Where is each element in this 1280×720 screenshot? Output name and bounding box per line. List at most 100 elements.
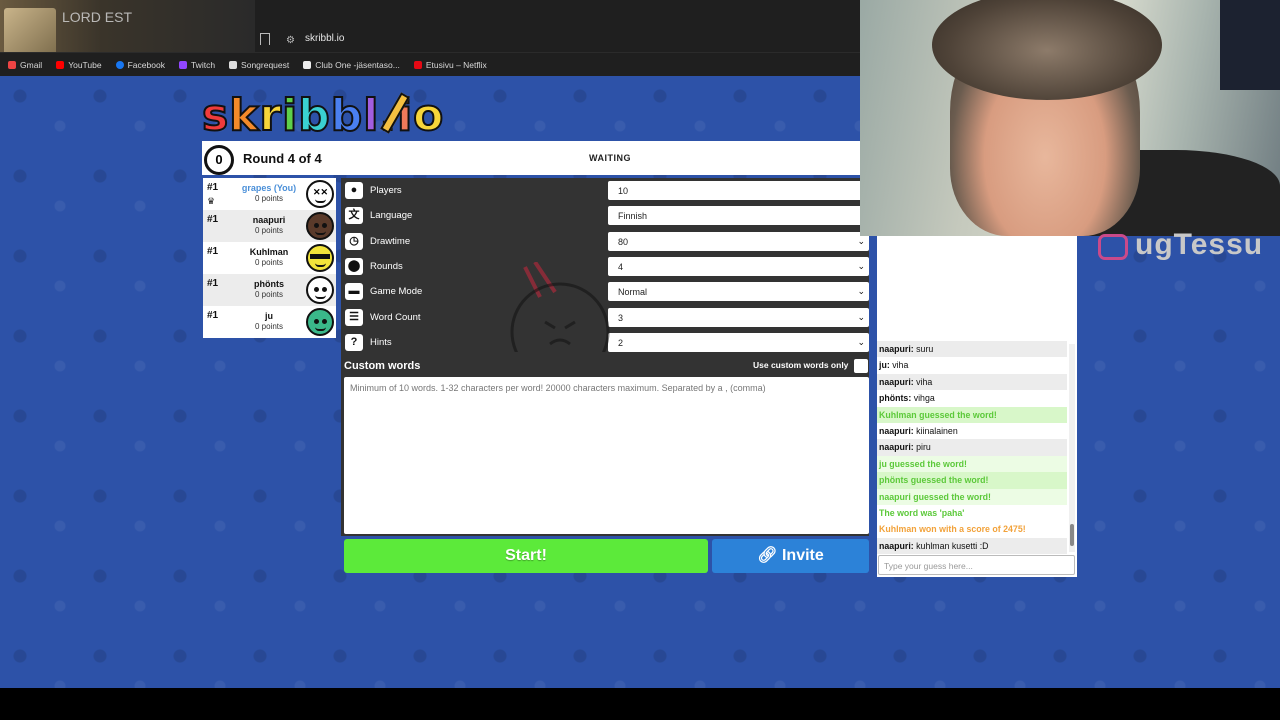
setting-label: Rounds — [370, 261, 403, 272]
hints-select[interactable]: 2 ⌄ — [608, 333, 869, 352]
invite-label: Invite — [781, 547, 824, 564]
songrequest-icon — [229, 60, 238, 69]
chat-text: viha — [889, 360, 909, 371]
player-points: 0 points — [254, 258, 284, 267]
player-name: phönts — [254, 279, 284, 289]
setting-label: Hints — [370, 337, 392, 348]
clubone-icon — [303, 60, 312, 69]
custom-words-label: Custom words — [344, 360, 421, 372]
bookmark-clubone[interactable]: Club One -jäsentaso... — [303, 60, 400, 70]
gmail-icon — [8, 60, 16, 69]
bookmark-label: YouTube — [68, 59, 102, 70]
bookmark-label: Club One -jäsentaso... — [315, 59, 400, 70]
chat-username: naapuri: — [879, 344, 914, 354]
gamemode-icon: ▬ — [345, 283, 363, 300]
player-points: 0 points — [254, 194, 284, 203]
setting-label: Word Count — [370, 312, 421, 323]
chat-text: viha — [913, 376, 933, 387]
round-bar: 0 Round 4 of 4 WAITING — [202, 141, 860, 175]
site-info-icon[interactable]: ⚙ — [286, 35, 295, 46]
setting-drawtime: ◷ Drawtime 80 ⌄ — [341, 229, 869, 254]
chat-panel: naapuri: suru ju: viha naapuri: viha phönts… — [877, 236, 1077, 577]
twitch-icon — [178, 60, 187, 69]
chat-message: Kuhlman won with a score of 2475! — [877, 521, 1067, 537]
scroll-thumb[interactable] — [1070, 524, 1074, 546]
gamemode-select[interactable]: Normal ⌄ — [608, 282, 869, 301]
chat-text: suru — [913, 344, 934, 354]
language-icon: 文 — [345, 207, 363, 224]
player-rank: #1 — [207, 214, 219, 225]
player-rank: #1 — [207, 278, 219, 289]
use-custom-words-label: Use custom words only — [753, 360, 849, 370]
avatar — [306, 308, 334, 336]
chat-message: The word was 'paha' — [877, 505, 1067, 521]
avatar — [306, 212, 334, 240]
use-custom-words-checkbox[interactable] — [854, 359, 868, 373]
bookmark-twitch[interactable]: Twitch — [178, 60, 215, 70]
chat-text: The word was 'paha' — [879, 507, 965, 518]
browser-tab[interactable]: LORD EST — [0, 0, 255, 60]
facebook-icon — [115, 60, 124, 69]
clock-icon: ◷ — [345, 233, 363, 250]
language-select[interactable]: Finnish — [608, 206, 869, 225]
player-row[interactable]: #1 Kuhlman 0 points — [203, 242, 336, 274]
select-value: 80 — [618, 237, 629, 247]
chat-username: naapuri: — [879, 540, 914, 551]
select-value: 4 — [618, 262, 624, 272]
bookmark-label: Songrequest — [241, 59, 290, 70]
bookmark-facebook[interactable]: Facebook — [115, 59, 165, 70]
player-name: Kuhlman — [249, 247, 289, 257]
youtube-icon — [56, 60, 65, 69]
bookmark-gmail[interactable]: Gmail — [8, 60, 42, 70]
custom-words-textarea[interactable]: Minimum of 10 words. 1-32 characters per… — [344, 377, 869, 534]
invite-button[interactable]: 🔗︎ Invite — [712, 539, 869, 573]
url-text[interactable]: skribbl.io — [305, 33, 344, 44]
chat-username: ju: — [879, 360, 890, 371]
wordcount-select[interactable]: 3 ⌄ — [608, 308, 869, 327]
player-row[interactable]: #1 naapuri 0 points — [203, 210, 336, 242]
setting-label: Players — [370, 185, 402, 196]
guess-input[interactable]: Type your guess here... — [878, 555, 1075, 575]
bottom-letterbox — [0, 688, 1280, 720]
chat-message: ju: viha — [877, 357, 1067, 373]
players-select[interactable]: 10 — [608, 181, 869, 200]
select-value: 2 — [618, 338, 624, 348]
chat-text: ju guessed the word! — [879, 458, 967, 469]
netflix-icon — [413, 60, 422, 69]
bookmark-label: Facebook — [127, 59, 165, 70]
chat-scrollbar[interactable] — [1069, 344, 1075, 552]
chat-message: naapuri: kuhlman kusetti :D — [877, 537, 1067, 555]
select-value: Finnish — [618, 211, 648, 221]
chat-text: phönts guessed the word! — [879, 475, 989, 486]
start-button[interactable]: Start! — [344, 539, 708, 573]
chat-message: naapuri: kiinalainen — [877, 423, 1067, 439]
instagram-icon — [1098, 234, 1128, 260]
tab-title: LORD EST — [62, 9, 133, 25]
chat-message: naapuri: piru — [877, 439, 1067, 456]
chat-username: phönts: — [879, 393, 912, 404]
player-row[interactable]: #1 phönts 0 points — [203, 274, 336, 306]
address-bar[interactable]: ⚙ skribbl.io — [260, 31, 858, 49]
bookmark-star-icon[interactable] — [260, 33, 270, 45]
chat-text: Kuhlman won with a score of 2475! — [879, 524, 1026, 535]
chat-text: naapuri guessed the word! — [879, 491, 991, 502]
chat-text: Kuhlman guessed the word! — [879, 409, 997, 420]
player-row[interactable]: #1 ju 0 points — [203, 306, 336, 338]
rounds-select[interactable]: 4 ⌄ — [608, 257, 869, 276]
chat-message: naapuri: suru — [877, 341, 1067, 358]
drawtime-select[interactable]: 80 ⌄ — [608, 232, 869, 251]
player-row[interactable]: #1 ♛ grapes (You) 0 points ✕✕ — [203, 178, 336, 210]
bookmark-netflix[interactable]: Etusivu – Netflix — [413, 59, 487, 70]
bookmark-label: Gmail — [20, 59, 43, 70]
bookmark-label: Etusivu – Netflix — [425, 59, 487, 70]
stream-handle: ugTessu — [1135, 228, 1264, 261]
bookmark-youtube[interactable]: YouTube — [56, 59, 102, 70]
select-value: 3 — [618, 313, 624, 323]
chat-message: ju guessed the word! — [877, 455, 1067, 473]
player-rank: #1 — [207, 246, 219, 257]
game-status: WAITING — [589, 153, 631, 163]
player-name: grapes (You) — [241, 183, 297, 193]
chat-message: Kuhlman guessed the word! — [877, 406, 1067, 423]
round-counter: Round 4 of 4 — [243, 151, 322, 166]
bookmark-songrequest[interactable]: Songrequest — [229, 60, 289, 70]
